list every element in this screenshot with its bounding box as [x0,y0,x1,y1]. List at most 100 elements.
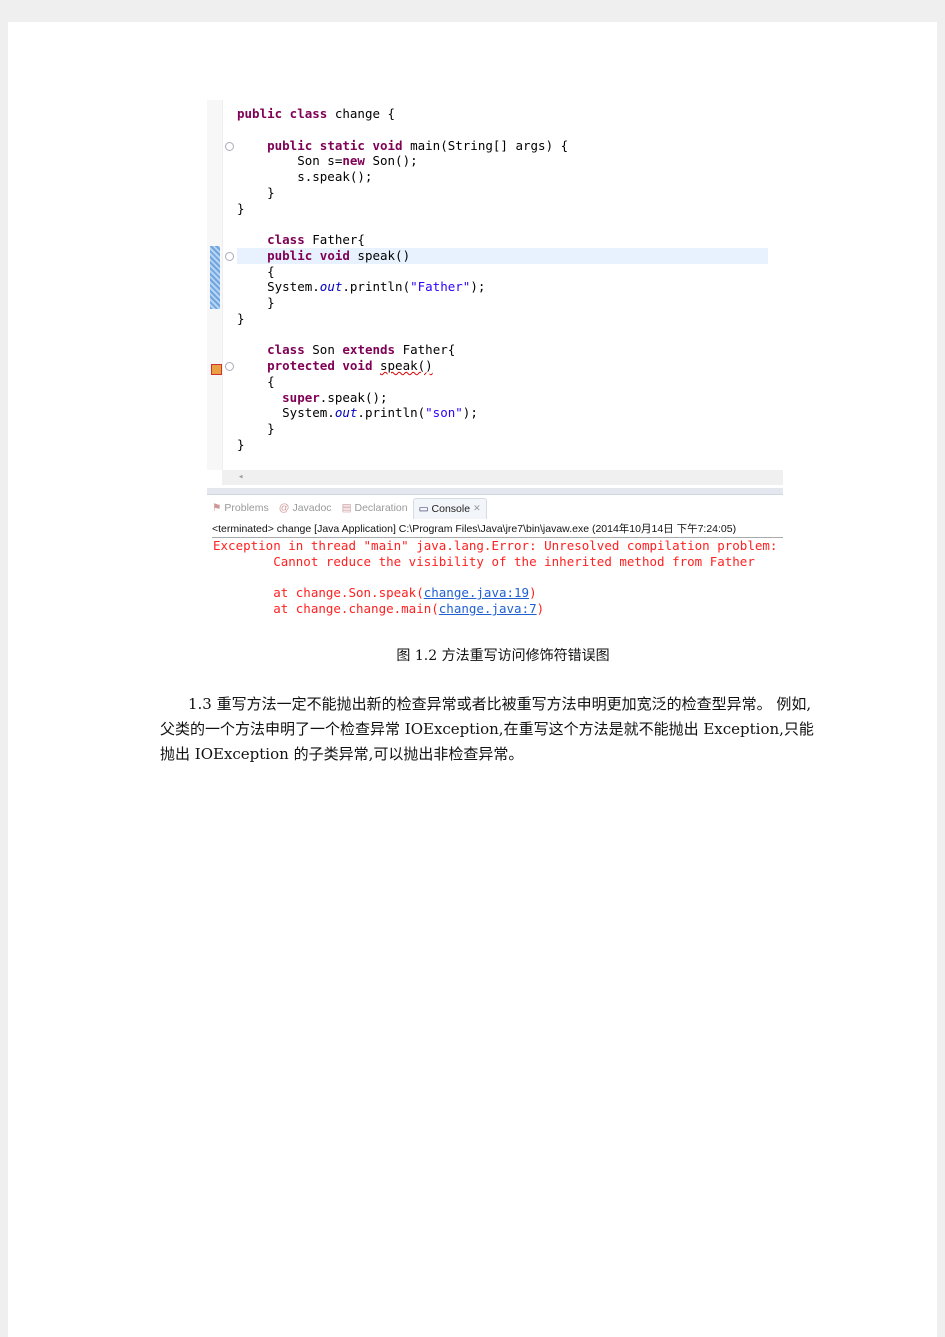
stack-frame: at change.change.main( [213,601,439,616]
code-line: } [237,295,568,311]
code-token: { [237,373,275,389]
code-line: System.out.println("son"); [237,405,568,421]
console-line: Exception in thread "main" java.lang.Err… [213,538,785,553]
code-editor: public class change { public static void… [207,100,783,487]
declaration-icon: ▤ [341,502,352,514]
body-paragraph: 1.3 重写方法一定不能抛出新的检查异常或者比被重写方法申明更加宽泛的检查型异常… [160,695,814,763]
tab-label: Problems [224,502,269,514]
code-line: protected void speak() [225,358,568,374]
code-token: public class [237,106,328,121]
tab-console[interactable]: ▭ Console ✕ [412,497,487,519]
code-token: extends [342,342,396,358]
code-token: super [282,389,320,405]
console-icon: ▭ [418,502,429,515]
paren: ) [536,601,545,616]
code-token: } [237,295,275,310]
code-token: ); [470,279,486,295]
code-token: System. [237,405,335,421]
code-line: public class change { [237,106,568,122]
code-token: protected void [267,358,373,373]
code-token: "Father" [410,279,471,295]
quick-diff-marker [210,246,220,309]
code-token: out [319,279,343,295]
problems-icon: ⚑ [212,502,222,514]
code-token: public void [267,247,350,263]
code-token: .println( [357,405,426,421]
stack-link[interactable]: change.java:19 [424,585,529,600]
console-header: <terminated> change [Java Application] C… [212,521,783,538]
console-line: Cannot reduce the visibility of the inhe… [213,553,755,569]
code-token: { [237,263,275,279]
code-token: change { [327,106,396,121]
code-token: s.speak(); [237,169,373,184]
fold-toggle-icon[interactable] [225,362,234,371]
code-token: .println( [342,279,411,295]
code-token: class [267,342,305,358]
code-token: } [237,436,245,452]
horizontal-scrollbar[interactable]: ◂ [222,470,783,485]
code-token: System. [237,279,320,295]
code-line: { [237,264,568,280]
code-token: class [267,232,305,247]
at-icon: @ [278,502,290,514]
tab-declaration[interactable]: ▤ Declaration [337,498,413,518]
code-token: } [237,184,275,200]
code-line: class Father{ [237,232,568,248]
code-line: } [237,421,568,437]
code-token: speak() [349,247,411,263]
code-token: Father{ [304,232,365,247]
code-token: .speak(); [319,389,388,405]
figure-caption: 图 1.2 方法重写访问修饰符错误图 [396,648,610,664]
code-line: } [237,201,568,217]
tab-label: Javadoc [292,502,332,514]
code-line: } [237,185,568,201]
tab-javadoc[interactable]: @ Javadoc [274,498,337,518]
stack-link[interactable]: change.java:7 [439,601,537,616]
code-line: } [237,437,568,453]
code-token: } [237,310,245,326]
code-token: new [342,153,365,169]
code-token: Son(); [364,153,418,169]
code-lines: public class change { public static void… [225,106,769,453]
code-line: } [237,311,568,327]
stack-frame: at change.Son.speak( [213,585,424,601]
code-token: Son s= [237,153,343,169]
code-token: out [334,405,358,421]
error-marker-icon [211,364,222,375]
code-token: ); [462,405,478,421]
code-token: Son [304,342,343,358]
console-line: at change.Son.speak(change.java:19) [213,585,785,601]
code-token: public static void [267,137,403,153]
paren: ) [529,585,537,601]
code-line: System.out.println("Father"); [237,279,568,295]
close-icon[interactable]: ✕ [473,503,481,514]
code-token: speak() [380,358,433,373]
fold-toggle-icon[interactable] [225,141,234,151]
fold-toggle-icon[interactable] [225,251,234,261]
code-token: Father{ [395,342,456,358]
code-token: main(String[] args) { [402,137,569,153]
code-token: } [237,200,245,216]
tab-label: Declaration [354,502,408,514]
code-token: "son" [425,405,463,421]
tab-problems[interactable]: ⚑ Problems [207,498,274,518]
console-view-tabs: ⚑ Problems @ Javadoc ▤ Declaration ▭ Console ✕ [207,497,487,519]
code-line: super.speak(); [237,390,568,406]
view-separator [207,488,783,495]
code-line: { [237,374,568,390]
tab-label: Console [431,502,471,515]
code-line: s.speak(); [237,169,568,185]
code-line: class Son extends Father{ [237,342,568,358]
document-page: public class change { public static void… [8,22,937,1337]
